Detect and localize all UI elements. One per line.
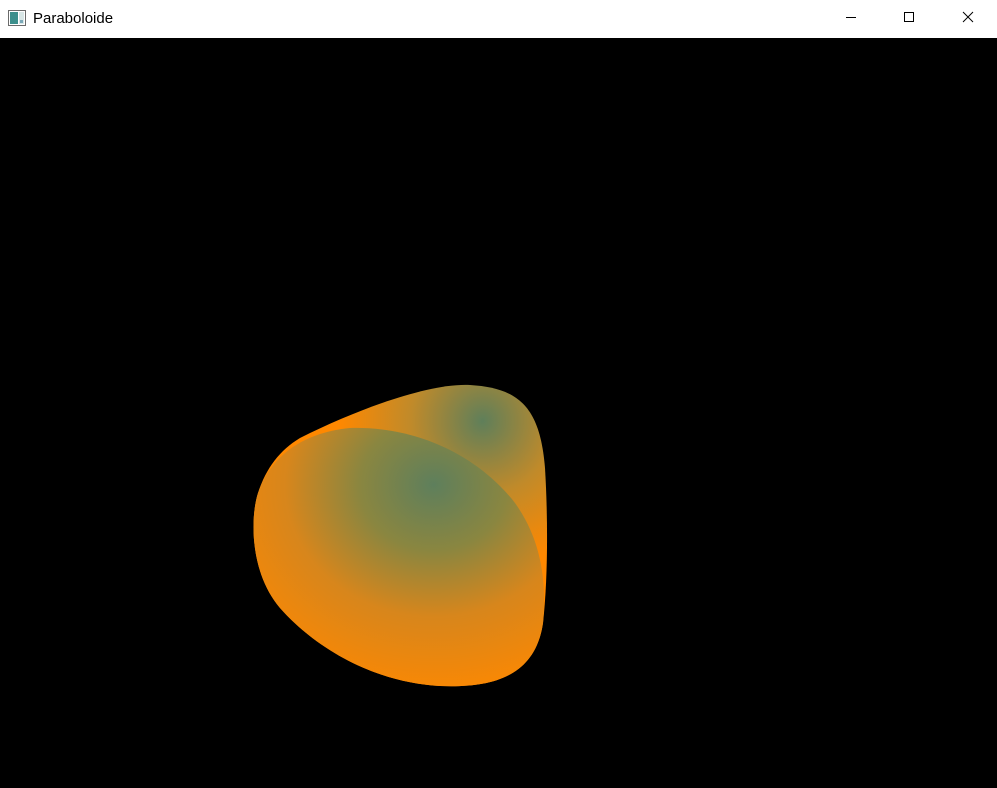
close-icon bbox=[962, 10, 974, 28]
app-window: Paraboloide bbox=[0, 0, 997, 783]
maximize-icon bbox=[903, 10, 915, 28]
app-window-icon bbox=[8, 10, 26, 26]
render-viewport[interactable] bbox=[0, 38, 997, 783]
minimize-button[interactable] bbox=[822, 0, 880, 38]
window-title: Paraboloide bbox=[33, 10, 114, 27]
title-bar[interactable]: Paraboloide bbox=[0, 0, 997, 38]
close-button[interactable] bbox=[939, 0, 997, 38]
paraboloid-render bbox=[253, 384, 548, 687]
maximize-button[interactable] bbox=[880, 0, 938, 38]
minimize-icon bbox=[845, 10, 857, 28]
